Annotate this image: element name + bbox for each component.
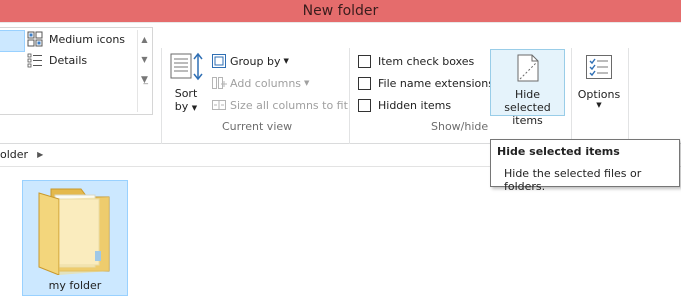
- group-divider: [571, 48, 572, 152]
- sort-by-label: Sort: [174, 87, 198, 100]
- group-divider: [161, 48, 162, 152]
- breadcrumb[interactable]: older ▶: [0, 148, 43, 161]
- size-columns-icon: [212, 100, 226, 110]
- current-view-group-label: Current view: [222, 120, 293, 133]
- scroll-down-icon[interactable]: ▼: [138, 50, 151, 70]
- folder-icon: [38, 188, 110, 275]
- tooltip: Hide selected items Hide the selected fi…: [490, 139, 680, 193]
- size-all-columns-label: Size all columns to fit: [230, 98, 348, 112]
- size-all-columns-button[interactable]: Size all columns to fit: [211, 96, 348, 114]
- file-name-extensions-toggle[interactable]: File name extensions: [358, 74, 494, 92]
- sort-by-label-line2: by ▼: [174, 100, 198, 113]
- group-by-icon: [212, 54, 226, 68]
- item-check-boxes-toggle[interactable]: Item check boxes: [358, 52, 474, 70]
- layout-gallery-scrollbar[interactable]: ▲ ▼ ▼̲: [137, 30, 151, 112]
- group-divider: [628, 48, 629, 152]
- layout-item-label: Medium icons: [49, 32, 126, 46]
- item-check-boxes-checkbox[interactable]: [358, 54, 371, 68]
- tooltip-title: Hide selected items: [497, 145, 620, 158]
- item-check-boxes-label: Item check boxes: [378, 54, 475, 68]
- hidden-items-label: Hidden items: [378, 98, 452, 112]
- show-hide-group-label: Show/hide: [431, 120, 489, 133]
- hide-selected-items-button[interactable]: Hide selected items: [490, 49, 565, 127]
- tooltip-body: Hide the selected files or folders.: [504, 167, 642, 193]
- ribbon: Medium icons Details ▲ ▼ ▼̲ Sort by ▼ Gr…: [0, 22, 681, 152]
- options-label: Options: [577, 88, 621, 101]
- group-by-button[interactable]: Group by ▼: [211, 52, 289, 70]
- hide-selected-icon: [517, 54, 539, 82]
- options-button[interactable]: Options ▼: [576, 53, 622, 117]
- sort-by-button[interactable]: Sort by ▼: [168, 52, 204, 116]
- file-name-extensions-checkbox[interactable]: [358, 76, 371, 90]
- sort-by-icon: [170, 52, 203, 81]
- hide-selected-label-line2: items: [512, 114, 543, 127]
- expand-gallery-icon[interactable]: ▼̲: [138, 70, 151, 90]
- hide-selected-label-line1: Hide selected: [504, 88, 551, 114]
- folder-item[interactable]: my folder: [22, 180, 128, 296]
- chevron-down-icon: ▼: [304, 79, 310, 87]
- chevron-right-icon[interactable]: ▶: [37, 150, 43, 159]
- window-title: New folder: [302, 3, 379, 19]
- add-columns-icon: [212, 77, 227, 89]
- group-divider: [349, 48, 350, 152]
- details-view-icon: [27, 53, 42, 68]
- title-bar: New folder: [0, 0, 681, 22]
- scroll-up-icon[interactable]: ▲: [138, 30, 151, 50]
- folder-label: my folder: [48, 279, 102, 292]
- layout-gallery[interactable]: Medium icons Details ▲ ▼ ▼̲: [0, 27, 153, 115]
- layout-item-label: Details: [49, 53, 88, 67]
- ribbon-top-divider: [0, 22, 681, 23]
- file-name-extensions-label: File name extensions: [378, 76, 494, 90]
- hidden-items-checkbox[interactable]: [358, 98, 371, 112]
- medium-icons-icon: [27, 31, 43, 47]
- hidden-items-toggle[interactable]: Hidden items: [358, 96, 451, 114]
- group-by-label: Group by: [230, 54, 281, 68]
- add-columns-label: Add columns: [230, 76, 302, 90]
- add-columns-button[interactable]: Add columns ▼: [211, 74, 309, 92]
- layout-details[interactable]: Details: [27, 51, 87, 69]
- chevron-down-icon: ▼: [283, 57, 289, 65]
- breadcrumb-item[interactable]: older: [0, 148, 28, 161]
- layout-medium-icons[interactable]: Medium icons: [27, 30, 125, 48]
- layout-selected-option[interactable]: [0, 30, 25, 52]
- chevron-down-icon: ▼: [596, 101, 602, 109]
- options-icon: [586, 55, 612, 79]
